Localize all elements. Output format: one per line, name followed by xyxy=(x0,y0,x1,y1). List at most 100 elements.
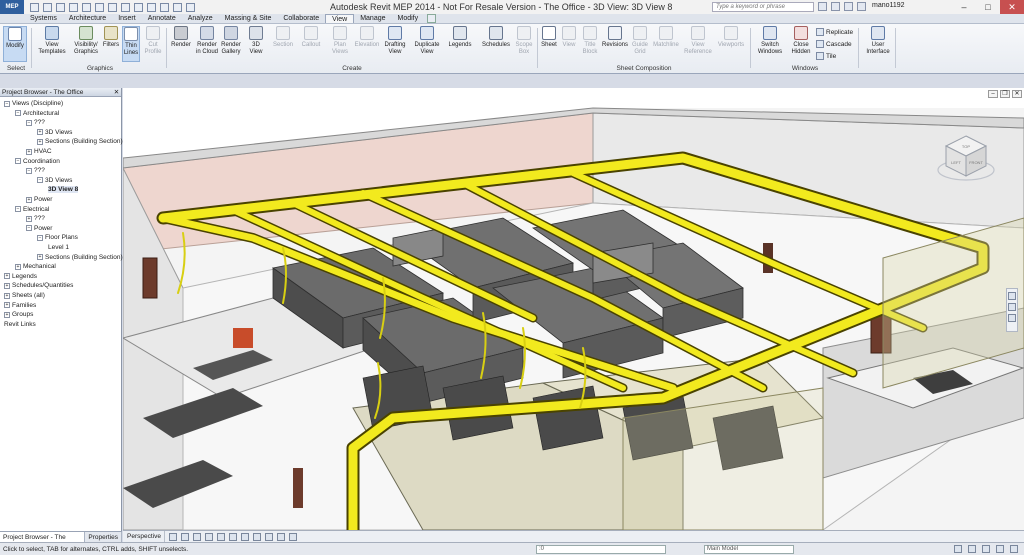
customize-qat-icon[interactable] xyxy=(186,2,195,12)
expand-icon[interactable]: + xyxy=(4,282,10,289)
3d-view-icon[interactable] xyxy=(134,2,143,12)
communication-icon[interactable] xyxy=(844,2,853,11)
section-button[interactable]: Section xyxy=(270,26,296,62)
switch-windows-button[interactable]: Switch Windows xyxy=(755,26,785,62)
favorites-icon[interactable] xyxy=(857,2,866,11)
tile-button[interactable]: Tile xyxy=(816,52,836,60)
guide-grid-button[interactable]: Guide Grid xyxy=(631,26,649,62)
drafting-view-button[interactable]: Drafting View xyxy=(382,26,408,62)
tree-node[interactable]: +??? xyxy=(26,215,45,222)
expand-icon[interactable]: + xyxy=(15,263,21,270)
view-scale[interactable]: Perspective xyxy=(123,530,165,543)
matchline-button[interactable]: Matchline xyxy=(651,26,681,62)
create-panel-label[interactable]: Create xyxy=(169,65,535,72)
detail-level-icon[interactable] xyxy=(169,532,177,541)
measure-icon[interactable] xyxy=(95,2,104,12)
user-interface-button[interactable]: User Interface xyxy=(864,26,892,62)
shadows-icon[interactable] xyxy=(205,532,213,541)
expand-icon[interactable]: + xyxy=(37,129,43,136)
tree-node[interactable]: + Groups xyxy=(4,311,33,318)
tree-node[interactable]: + Mechanical xyxy=(15,263,56,270)
schedules-button[interactable]: Schedules xyxy=(480,26,512,62)
tree-node[interactable]: −??? xyxy=(26,167,45,174)
select-panel-label[interactable]: Select xyxy=(3,65,29,72)
tree-node[interactable]: + Power xyxy=(26,196,52,203)
tree-node[interactable]: + Legends xyxy=(4,273,37,280)
cut-profile-button[interactable]: Cut Profile xyxy=(142,26,164,62)
graphics-panel-label[interactable]: Graphics xyxy=(35,65,165,72)
tab-architecture[interactable]: Architecture xyxy=(63,14,112,23)
close-hidden-button[interactable]: Close Hidden xyxy=(788,26,814,62)
ribbon-minimize-icon[interactable] xyxy=(427,14,437,23)
collapse-icon[interactable]: − xyxy=(15,110,21,117)
minimize-icon[interactable]: – xyxy=(988,90,998,98)
tree-node[interactable]: −??? xyxy=(26,119,45,126)
save-icon[interactable] xyxy=(43,2,52,12)
select-links-icon[interactable] xyxy=(968,545,976,553)
tree-node[interactable]: + Sections (Building Section) xyxy=(37,254,123,261)
tree-node[interactable]: − Floor Plans xyxy=(37,234,78,241)
legends-button[interactable]: Legends xyxy=(447,26,473,62)
close-icon[interactable]: ✕ xyxy=(1000,0,1024,14)
tab-modify[interactable]: Modify xyxy=(392,14,425,23)
maximize-icon[interactable]: □ xyxy=(976,0,1000,14)
replicate-button[interactable]: Replicate xyxy=(816,28,853,36)
viewports-button[interactable]: Viewports xyxy=(716,26,746,62)
tree-node[interactable]: − Views (Discipline) xyxy=(4,100,63,107)
collapse-icon[interactable]: − xyxy=(26,225,32,232)
tab-view[interactable]: View xyxy=(325,14,355,23)
render-in-cloud-button[interactable]: Render in Cloud xyxy=(194,26,220,62)
design-option-selector[interactable]: Main Model xyxy=(704,545,794,554)
collapse-icon[interactable]: − xyxy=(37,234,43,241)
scope-box-button[interactable]: Scope Box xyxy=(513,26,535,62)
tree-node[interactable]: + HVAC xyxy=(26,148,52,155)
tree-node[interactable]: − Power xyxy=(26,225,52,232)
elevation-button[interactable]: Elevation xyxy=(352,26,382,62)
3d-viewport[interactable]: – ❐ ✕ TOP LEFT FRONT xyxy=(123,88,1024,530)
tree-node[interactable]: +3D Views xyxy=(37,129,72,136)
tab-annotate[interactable]: Annotate xyxy=(142,14,182,23)
render-dialog-icon[interactable] xyxy=(217,532,225,541)
visibility-graphics-button[interactable]: Visibility/ Graphics xyxy=(71,26,101,62)
thin-lines-icon[interactable] xyxy=(160,2,169,12)
tag-icon[interactable] xyxy=(108,2,117,12)
undo-icon[interactable] xyxy=(56,2,65,12)
tab-analyze[interactable]: Analyze xyxy=(182,14,219,23)
crop-region-icon[interactable] xyxy=(241,532,249,541)
redo-icon[interactable] xyxy=(69,2,78,12)
tree-node[interactable]: + Schedules/Quantities xyxy=(4,282,73,289)
expand-icon[interactable]: + xyxy=(37,138,43,145)
analytical-model-icon[interactable] xyxy=(289,532,297,541)
select-underlay-icon[interactable] xyxy=(982,545,990,553)
sheet-composition-panel-label[interactable]: Sheet Composition xyxy=(540,65,748,72)
tree-node[interactable]: − Architectural xyxy=(15,110,59,117)
filters-button[interactable]: Filters xyxy=(101,26,121,62)
tree-node[interactable]: + Sections (Building Section) xyxy=(37,138,123,145)
callout-button[interactable]: Callout xyxy=(298,26,324,62)
reveal-hidden-icon[interactable] xyxy=(277,532,285,541)
tab-systems[interactable]: Systems xyxy=(24,14,63,23)
collapse-icon[interactable]: − xyxy=(26,167,32,174)
tree-node[interactable]: + Families xyxy=(4,302,36,309)
render-button[interactable]: Render xyxy=(169,26,193,62)
tree-node[interactable]: Revit Links xyxy=(4,321,36,328)
crop-view-icon[interactable] xyxy=(229,532,237,541)
minimize-icon[interactable]: – xyxy=(952,0,976,14)
tab-manage[interactable]: Manage xyxy=(354,14,391,23)
expand-icon[interactable]: + xyxy=(4,292,10,299)
close-icon[interactable]: ✕ xyxy=(112,88,121,96)
viewcube[interactable]: TOP LEFT FRONT xyxy=(936,128,996,188)
tab-massing-site[interactable]: Massing & Site xyxy=(219,14,278,23)
navigation-bar[interactable] xyxy=(1006,288,1018,332)
lock-view-icon[interactable] xyxy=(253,532,261,541)
tab-collaborate[interactable]: Collaborate xyxy=(277,14,325,23)
3d-model-scene[interactable] xyxy=(123,88,1024,530)
visual-style-icon[interactable] xyxy=(181,532,189,541)
tree-node[interactable]: Level 1 xyxy=(48,244,69,251)
expand-icon[interactable]: + xyxy=(26,215,32,222)
expand-icon[interactable]: + xyxy=(26,196,32,203)
thin-lines-button[interactable]: Thin Lines xyxy=(122,26,140,62)
collapse-icon[interactable]: − xyxy=(37,177,43,184)
filter-icon[interactable] xyxy=(954,545,962,553)
search-input[interactable]: Type a keyword or phrase xyxy=(712,2,814,12)
